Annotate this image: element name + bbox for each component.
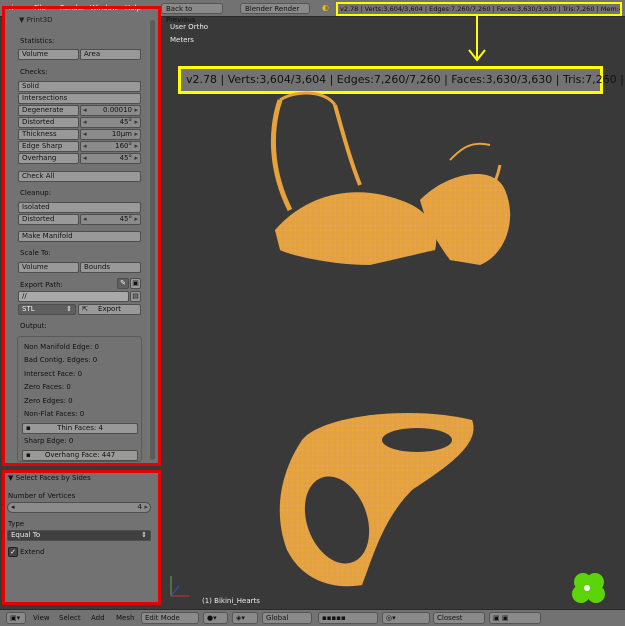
- mode-value: Edit Mode: [145, 614, 180, 622]
- proportional-edit-buttons[interactable]: ◎▾: [382, 612, 430, 624]
- view3d-header: ▣▾ View Select Add Mesh Edit Mode ●▾ ◈▾ …: [0, 609, 625, 626]
- menu-mesh[interactable]: Mesh: [116, 614, 134, 622]
- panty-mesh[interactable]: [262, 400, 482, 600]
- render-engine-select[interactable]: Blender Render: [240, 3, 310, 14]
- menu-add[interactable]: Add: [91, 614, 105, 622]
- view-units: Meters: [170, 36, 194, 44]
- render-buttons[interactable]: ▣ ▣: [489, 612, 541, 624]
- back-to-previous-button[interactable]: Back to Previous: [161, 3, 223, 24]
- callout-arrow-icon: [468, 16, 486, 62]
- editor-type-icon[interactable]: ▣▾: [6, 612, 26, 624]
- shading-select[interactable]: ●▾: [203, 612, 228, 624]
- red-highlight-operator: [2, 470, 161, 605]
- orientation-select[interactable]: Global: [262, 612, 312, 624]
- orientation-value: Global: [266, 614, 289, 622]
- axis-gizmo-icon: [170, 576, 189, 597]
- clover-logo-icon: [572, 573, 605, 603]
- red-highlight-print3d: [2, 6, 161, 466]
- blender-logo-icon: ◐: [322, 3, 329, 12]
- pivot-select[interactable]: ◈▾: [232, 612, 258, 624]
- snap-target-select[interactable]: Closest: [433, 612, 485, 624]
- snap-value: Closest: [437, 614, 463, 622]
- view-name: User Ortho: [170, 23, 209, 31]
- menu-view[interactable]: View: [33, 614, 50, 622]
- layer-buttons[interactable]: ▪▪▪▪▪: [318, 612, 378, 624]
- bra-mesh[interactable]: [250, 90, 620, 290]
- active-object-label: (1) Bikini_Hearts: [202, 597, 260, 605]
- mode-select[interactable]: Edit Mode: [141, 612, 199, 624]
- menu-select[interactable]: Select: [59, 614, 81, 622]
